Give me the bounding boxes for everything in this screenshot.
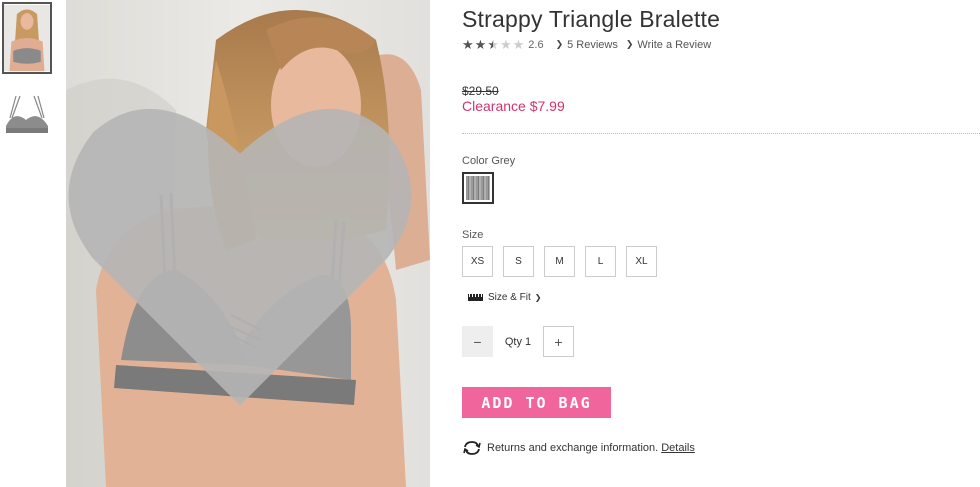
swatch-fill [466, 176, 490, 200]
minus-icon[interactable]: − [462, 326, 493, 357]
chevron-right-icon: ❯ [555, 39, 564, 49]
size-xl-button[interactable]: XL [626, 246, 657, 277]
size-label: Size [462, 229, 484, 241]
size-l-button[interactable]: L [585, 246, 616, 277]
color-swatch-grey[interactable] [462, 172, 494, 204]
details-link[interactable]: Details [661, 442, 695, 454]
color-label: Color Grey [462, 155, 516, 167]
add-to-bag-button[interactable]: ADD TO BAG [462, 387, 611, 418]
thumbnail-model[interactable] [2, 2, 52, 74]
thumbnail-product-image [2, 90, 52, 162]
size-fit-label: Size & Fit [488, 292, 531, 303]
star-icon: ★ [487, 37, 499, 52]
size-xs-button[interactable]: XS [462, 246, 493, 277]
star-rating: ★ ★ ★ ★ ★ [462, 38, 524, 51]
main-product-image [66, 0, 430, 487]
size-m-button[interactable]: M [544, 246, 575, 277]
plus-icon[interactable]: + [543, 326, 574, 357]
thumbnail-list [2, 2, 56, 178]
size-s-button[interactable]: S [503, 246, 534, 277]
quantity-value: Qty 1 [504, 335, 532, 348]
chevron-right-icon: ❯ [534, 293, 542, 302]
size-fit-link[interactable]: Size & Fit ❯ [468, 292, 542, 303]
returns-text: Returns and exchange information. [487, 442, 659, 454]
product-title: Strappy Triangle Bralette [462, 6, 721, 32]
exchange-icon [463, 441, 481, 455]
clearance-price: Clearance $7.99 [462, 98, 565, 114]
reviews-link[interactable]: 5 Reviews [567, 39, 618, 51]
original-price: $29.50 [462, 84, 499, 98]
star-icon: ★ [474, 37, 487, 52]
size-options: XS S M L XL [462, 246, 657, 277]
star-icon: ★ [499, 37, 512, 52]
returns-info: Returns and exchange information. Detail… [462, 441, 695, 455]
rating-value: 2.6 [528, 38, 544, 51]
rating-row: ★ ★ ★ ★ ★ 2.6 ❯ 5 Reviews ❯ Write a Revi… [462, 38, 711, 51]
star-icon: ★ [512, 37, 525, 52]
heart-icon[interactable] [66, 8, 422, 487]
chevron-right-icon: ❯ [625, 39, 634, 49]
quantity-stepper: − Qty 1 + [462, 326, 574, 357]
divider [462, 133, 980, 134]
star-icon: ★ [462, 37, 474, 52]
thumbnail-model-image [4, 4, 50, 72]
thumbnail-product[interactable] [2, 90, 52, 162]
ruler-icon [468, 294, 483, 301]
write-review-link[interactable]: Write a Review [637, 39, 711, 51]
